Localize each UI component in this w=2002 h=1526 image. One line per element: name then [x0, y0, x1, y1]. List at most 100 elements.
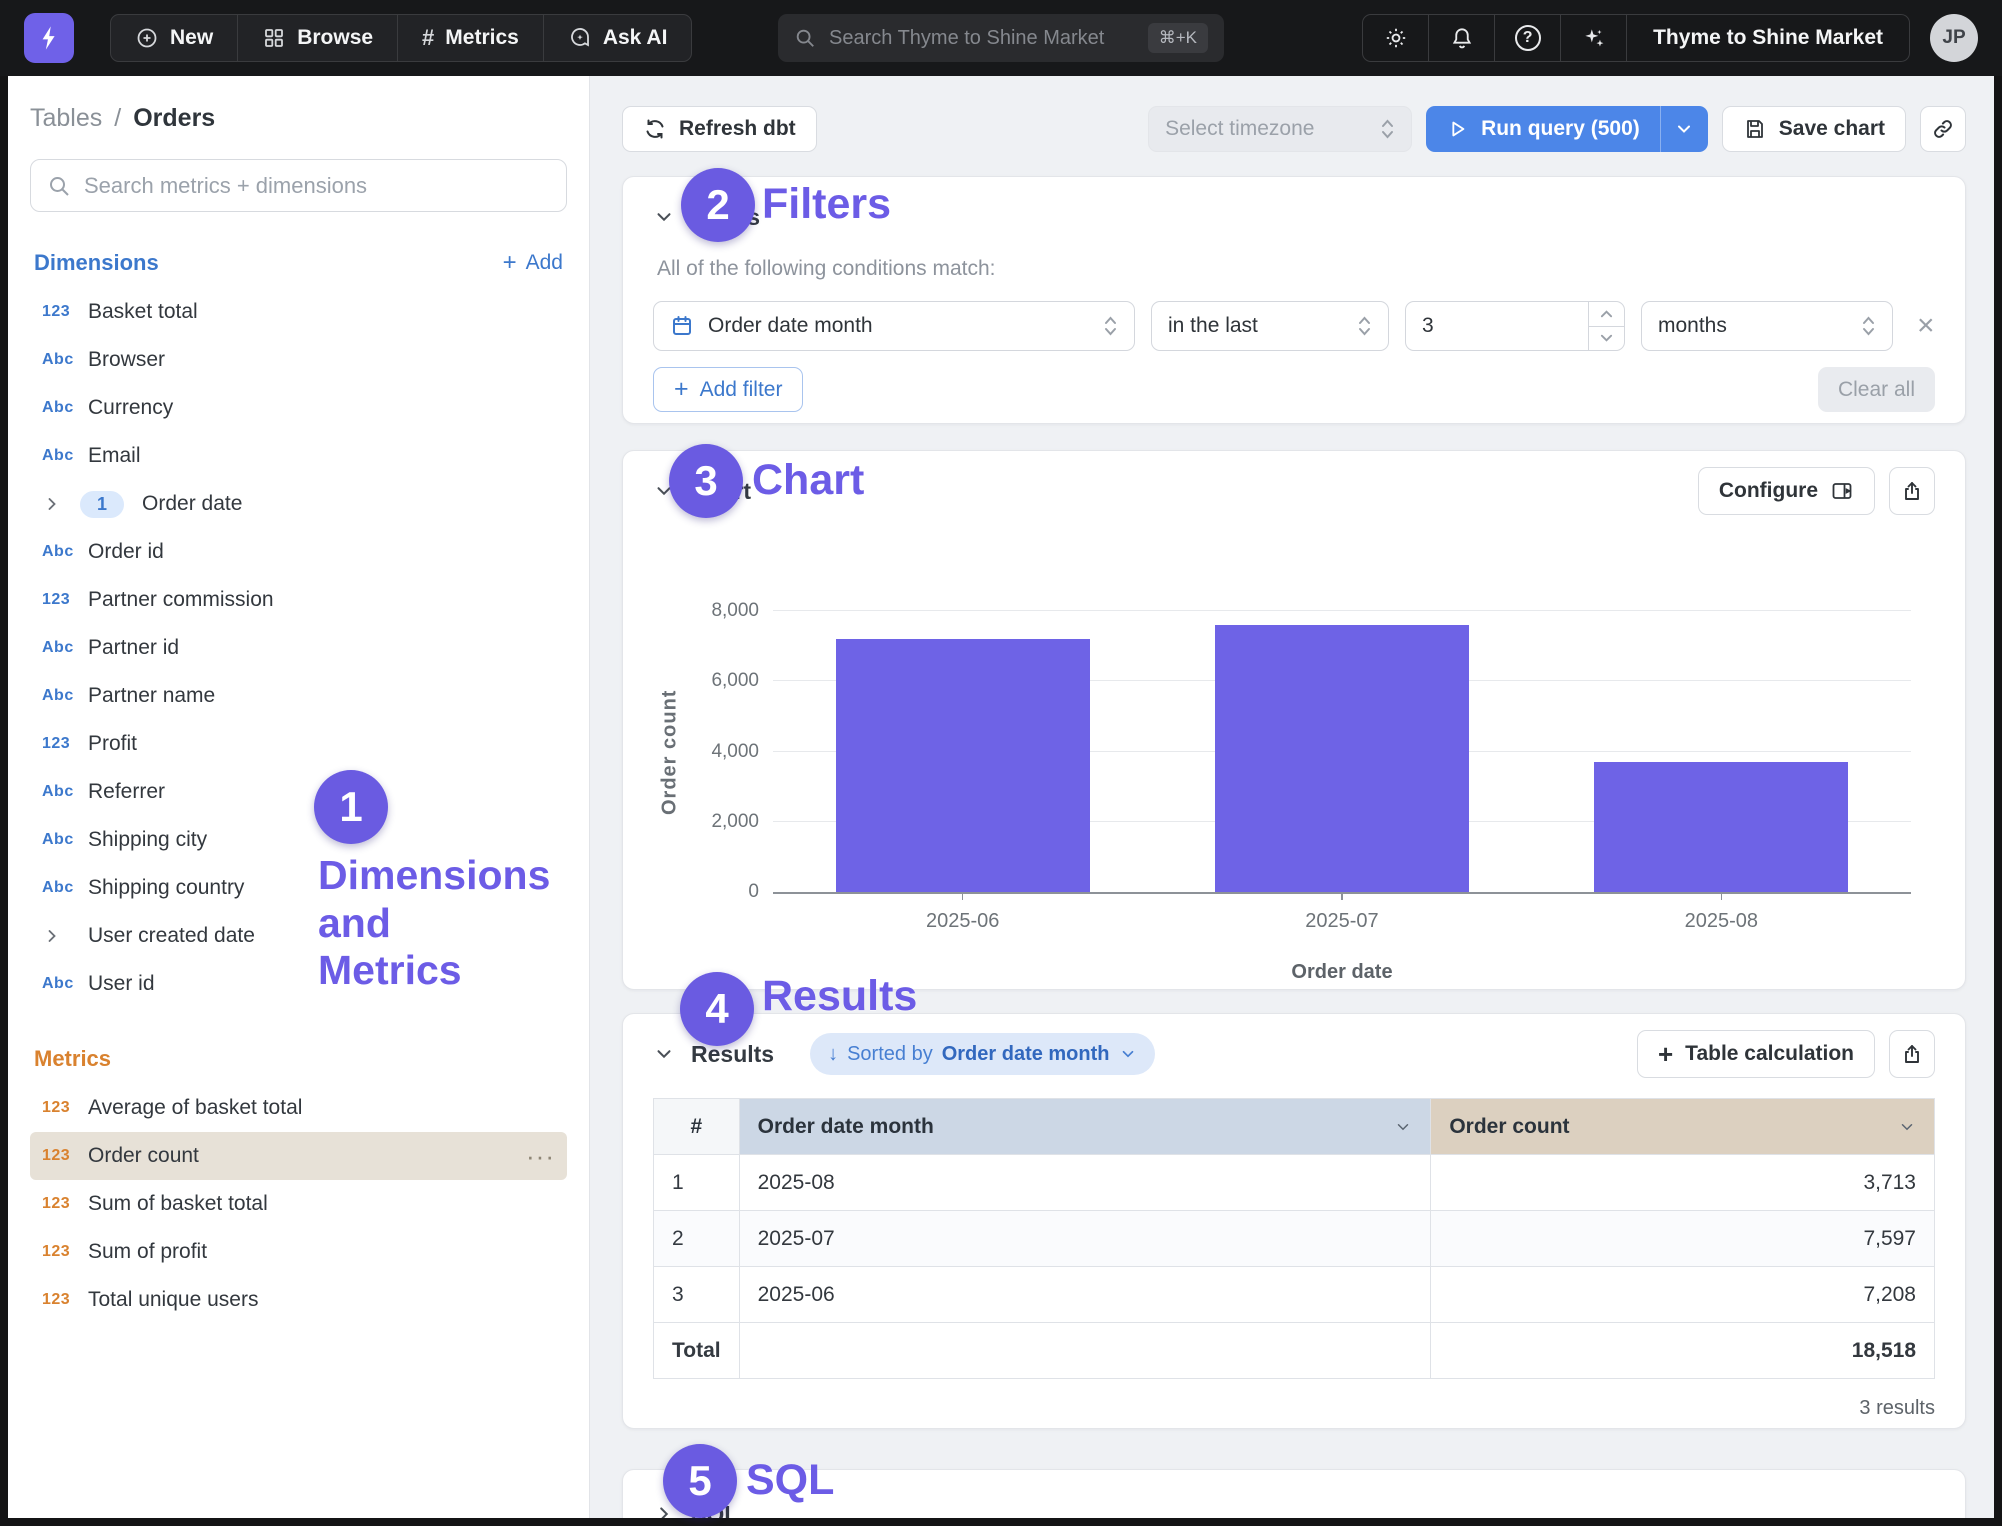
dimensions-header: Dimensions + Add	[30, 250, 567, 276]
filter-operator-select[interactable]: in the last	[1151, 301, 1389, 351]
table-row[interactable]: 2 2025-07 7,597	[654, 1211, 1935, 1267]
help-button[interactable]: ?	[1495, 15, 1561, 61]
breadcrumb-tables[interactable]: Tables	[30, 104, 102, 133]
app-logo[interactable]	[24, 13, 74, 63]
add-filter-button[interactable]: + Add filter	[653, 367, 803, 412]
dimension-item[interactable]: AbcPartner id	[30, 624, 567, 672]
chart-bars	[773, 611, 1911, 892]
results-card: Results ↓ Sorted by Order date month + T…	[622, 1013, 1966, 1429]
refresh-dbt-button[interactable]: Refresh dbt	[622, 106, 817, 152]
chart-ytick-label: 4,000	[711, 741, 759, 763]
spinner-up-icon[interactable]	[1589, 302, 1624, 327]
run-query-caret[interactable]	[1660, 106, 1708, 152]
plus-icon: +	[1658, 1041, 1673, 1067]
dimension-item[interactable]: AbcBrowser	[30, 336, 567, 384]
chat-star-icon	[568, 26, 592, 50]
chevron-right-icon[interactable]	[42, 926, 66, 946]
navbar-icon-group: ? Thyme to Shine Market	[1362, 14, 1910, 62]
metric-item[interactable]: 123Total unique users	[30, 1276, 567, 1324]
column-chevron-icon[interactable]	[1898, 1118, 1916, 1136]
save-chart-button[interactable]: Save chart	[1722, 106, 1906, 152]
filter-field-select[interactable]: Order date month	[653, 301, 1135, 351]
calendar-icon	[670, 314, 694, 338]
metric-item[interactable]: 123Sum of profit	[30, 1228, 567, 1276]
filter-unit-value: months	[1658, 314, 1727, 338]
add-dimension-button[interactable]: + Add	[503, 251, 563, 275]
export-chart-button[interactable]	[1889, 467, 1935, 515]
fields-search-input[interactable]	[84, 173, 550, 199]
chart-bar[interactable]	[1594, 762, 1848, 892]
table-row[interactable]: 1 2025-08 3,713	[654, 1155, 1935, 1211]
annotation-label-5: SQL	[746, 1444, 834, 1518]
dimension-item[interactable]: AbcReferrer	[30, 768, 567, 816]
browse-button[interactable]: Browse	[238, 15, 398, 61]
collapse-filters-icon[interactable]	[653, 206, 675, 228]
order-count-column-header[interactable]: Order count	[1431, 1099, 1935, 1155]
window-frame	[0, 1518, 2002, 1526]
dimensions-title: Dimensions	[34, 250, 159, 276]
explore-main: Refresh dbt Select timezone Run query (5…	[590, 76, 1994, 1518]
panel-icon	[1830, 479, 1854, 503]
new-button[interactable]: New	[111, 15, 238, 61]
share-link-button[interactable]	[1920, 106, 1966, 152]
remove-filter-icon[interactable]: ×	[1917, 311, 1935, 341]
shortcut-badge: ⌘+K	[1148, 23, 1208, 53]
dimension-item[interactable]: 123Profit	[30, 720, 567, 768]
notifications-button[interactable]	[1429, 15, 1495, 61]
run-query-label: Run query (500)	[1481, 117, 1640, 141]
chevron-right-icon[interactable]	[42, 494, 66, 514]
clear-all-button[interactable]: Clear all	[1818, 367, 1935, 412]
dimension-item[interactable]: AbcCurrency	[30, 384, 567, 432]
filter-value-input[interactable]: 3	[1405, 301, 1625, 351]
chart-xtick-label: 2025-06	[773, 910, 1152, 933]
dimension-item[interactable]: 123Basket total	[30, 288, 567, 336]
string-type-icon: Abc	[42, 831, 88, 849]
dimension-item[interactable]: AbcEmail	[30, 432, 567, 480]
settings-button[interactable]	[1363, 15, 1429, 61]
dimension-item[interactable]: 123Partner commission	[30, 576, 567, 624]
string-type-icon: Abc	[42, 543, 88, 561]
run-query-button[interactable]: Run query (500)	[1426, 106, 1708, 152]
table-calculation-label: Table calculation	[1685, 1042, 1854, 1066]
numeric-type-icon: 123	[42, 1291, 88, 1309]
chart-bar-slot	[1532, 611, 1911, 892]
chart-bar[interactable]	[836, 639, 1090, 892]
table-calculation-button[interactable]: + Table calculation	[1637, 1030, 1875, 1078]
spinner-down-icon[interactable]	[1589, 327, 1624, 351]
metric-item[interactable]: 123Sum of basket total	[30, 1180, 567, 1228]
export-results-button[interactable]	[1889, 1030, 1935, 1078]
question-icon: ?	[1515, 25, 1541, 51]
chevron-down-icon	[1119, 1045, 1137, 1063]
ai-sparkles-button[interactable]	[1561, 15, 1627, 61]
chart-axis-tickmarks	[773, 892, 1911, 900]
global-search-placeholder: Search Thyme to Shine Market	[829, 27, 1104, 50]
table-row[interactable]: 3 2025-06 7,208	[654, 1267, 1935, 1323]
item-menu-icon[interactable]: ···	[526, 1151, 555, 1161]
dimension-item[interactable]: AbcOrder id	[30, 528, 567, 576]
metrics-button[interactable]: # Metrics	[398, 15, 544, 61]
numeric-type-icon: 123	[42, 303, 88, 321]
metric-item[interactable]: 123Average of basket total	[30, 1084, 567, 1132]
dimension-item-order-date[interactable]: 1 Order date	[30, 480, 567, 528]
ask-ai-button[interactable]: Ask AI	[544, 15, 692, 61]
sorted-by-pill[interactable]: ↓ Sorted by Order date month	[810, 1033, 1154, 1075]
filter-field-value: Order date month	[708, 314, 873, 338]
dimension-item[interactable]: AbcPartner name	[30, 672, 567, 720]
chart-bar[interactable]	[1215, 625, 1469, 892]
order-date-month-column-header[interactable]: Order date month	[739, 1099, 1431, 1155]
filter-unit-select[interactable]: months	[1641, 301, 1893, 351]
explore-sidebar: Tables / Orders Dimensions + Add 123Bask…	[8, 76, 590, 1518]
breadcrumb-current: Orders	[133, 104, 215, 133]
column-chevron-icon[interactable]	[1394, 1118, 1412, 1136]
navbar-right: ? Thyme to Shine Market JP	[1362, 14, 1978, 62]
timezone-select[interactable]: Select timezone	[1148, 106, 1412, 152]
user-avatar[interactable]: JP	[1930, 14, 1978, 62]
org-switcher[interactable]: Thyme to Shine Market	[1627, 15, 1909, 61]
metric-item-order-count[interactable]: 123 Order count ···	[30, 1132, 567, 1180]
chart-bar-slot	[773, 611, 1152, 892]
configure-button[interactable]: Configure	[1698, 467, 1875, 515]
annotation-circle-4: 4	[680, 972, 754, 1046]
global-search[interactable]: Search Thyme to Shine Market ⌘+K	[778, 14, 1224, 62]
collapse-results-icon[interactable]	[653, 1043, 675, 1065]
fields-search[interactable]	[30, 159, 567, 212]
